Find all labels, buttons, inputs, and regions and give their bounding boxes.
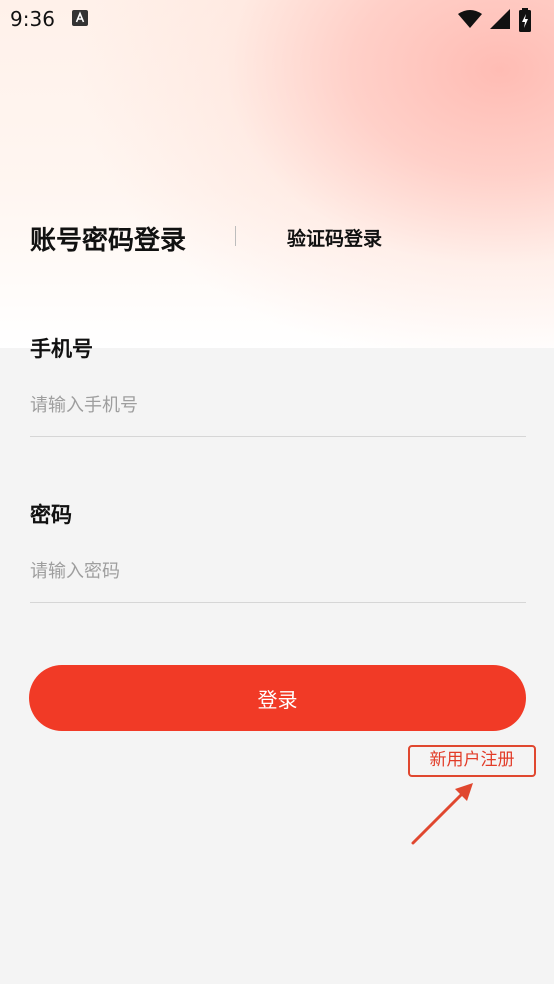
status-bar: 9:36 <box>0 0 554 38</box>
tab-divider <box>235 226 236 246</box>
wifi-icon <box>458 10 482 28</box>
status-icons <box>456 8 546 32</box>
register-link[interactable]: 新用户注册 <box>408 745 536 777</box>
password-underline <box>30 602 526 603</box>
a-notification-icon <box>72 10 88 26</box>
password-label: 密码 <box>30 503 72 527</box>
status-time: 9:36 <box>10 7 55 31</box>
battery-charging-icon <box>519 8 531 32</box>
phone-label: 手机号 <box>30 337 93 361</box>
login-mode-tabs: 账号密码登录 验证码登录 <box>30 220 530 260</box>
login-button[interactable]: 登录 <box>29 665 526 731</box>
header-gradient-background <box>0 0 554 348</box>
password-input[interactable] <box>30 549 526 593</box>
tab-sms-code-login[interactable]: 验证码登录 <box>287 224 382 251</box>
annotation-arrow-icon <box>411 783 473 845</box>
phone-input[interactable] <box>30 383 526 427</box>
phone-underline <box>30 436 526 437</box>
tab-password-login[interactable]: 账号密码登录 <box>30 220 186 257</box>
signal-icon <box>490 9 510 29</box>
